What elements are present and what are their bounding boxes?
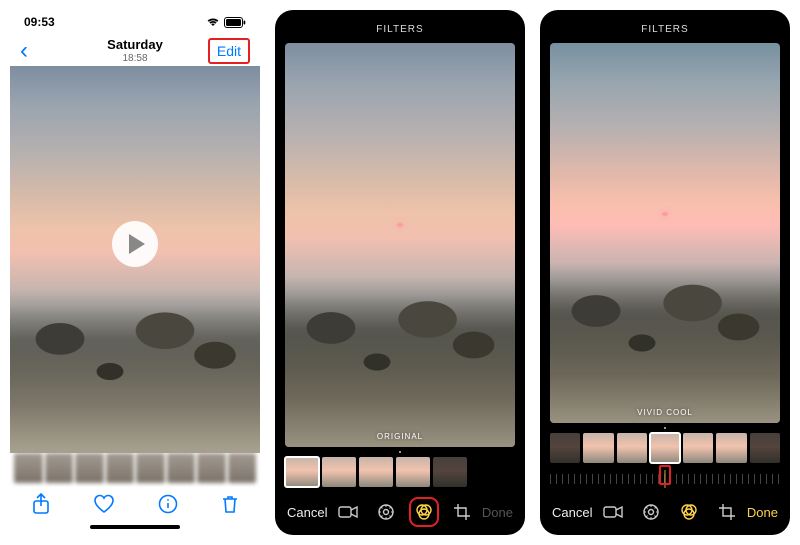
nav-title-day: Saturday: [107, 38, 163, 52]
filters-icon[interactable]: [679, 502, 699, 522]
wifi-icon: [206, 17, 220, 27]
status-right: [206, 17, 246, 28]
nav-title: Saturday 18:58: [107, 38, 163, 63]
done-button[interactable]: Done: [747, 505, 778, 520]
status-time: 09:53: [24, 15, 55, 29]
filter-thumb[interactable]: [750, 433, 780, 463]
filter-thumb[interactable]: [433, 457, 467, 487]
crop-icon[interactable]: [452, 502, 472, 522]
filter-thumb[interactable]: [617, 433, 647, 463]
tool-icons: [603, 502, 737, 522]
cancel-button[interactable]: Cancel: [552, 505, 592, 520]
video-icon[interactable]: [603, 502, 623, 522]
adjust-icon[interactable]: [376, 502, 396, 522]
library-thumbnails[interactable]: [10, 453, 260, 483]
filter-thumbnails[interactable]: [275, 455, 525, 489]
edit-preview[interactable]: ORIGINAL: [285, 43, 515, 447]
cancel-button[interactable]: Cancel: [287, 505, 327, 520]
play-button[interactable]: [112, 221, 158, 267]
filter-thumb-selected[interactable]: [650, 433, 680, 463]
filter-thumb[interactable]: [359, 457, 393, 487]
dot-indicator: [275, 447, 525, 455]
video-icon[interactable]: [338, 502, 358, 522]
filter-thumbnails[interactable]: [540, 431, 790, 465]
edit-filters-screen-vividcool: FILTERS VIVID COOL Cancel: [540, 10, 790, 535]
edit-button[interactable]: Edit: [208, 38, 250, 64]
done-button: Done: [482, 505, 513, 520]
back-chevron-icon[interactable]: ‹: [20, 39, 28, 63]
edit-bottom-bar: Cancel Done: [540, 489, 790, 535]
info-icon[interactable]: [158, 494, 178, 514]
nav-title-time: 18:58: [107, 53, 163, 64]
tool-icons: [338, 502, 472, 522]
crop-icon[interactable]: [717, 502, 737, 522]
filter-thumb[interactable]: [550, 433, 580, 463]
nav-bar: ‹ Saturday 18:58 Edit: [10, 34, 260, 66]
home-indicator[interactable]: [90, 525, 180, 529]
filters-header: FILTERS: [540, 10, 790, 43]
photo-preview[interactable]: [10, 66, 260, 453]
photos-view-screen: 09:53 ‹ Saturday 18:58 Edit ▣ CINEMATIC: [10, 10, 260, 535]
edit-bottom-bar: Cancel Done: [275, 489, 525, 535]
filter-thumb[interactable]: [683, 433, 713, 463]
favorite-icon[interactable]: [93, 494, 115, 514]
battery-icon: [224, 17, 246, 28]
trash-icon[interactable]: [221, 494, 239, 514]
edit-filters-screen-original: FILTERS ORIGINAL Cancel Done: [275, 10, 525, 535]
adjust-icon[interactable]: [641, 502, 661, 522]
filter-thumb-selected[interactable]: [285, 457, 319, 487]
edit-preview[interactable]: VIVID COOL: [550, 43, 780, 423]
status-bar: 09:53: [10, 10, 260, 34]
filter-thumb[interactable]: [396, 457, 430, 487]
filter-thumb[interactable]: [583, 433, 613, 463]
filter-thumb[interactable]: [716, 433, 746, 463]
filters-icon[interactable]: [414, 502, 434, 522]
filters-header: FILTERS: [275, 10, 525, 43]
filter-thumb[interactable]: [322, 457, 356, 487]
dot-indicator: [540, 423, 790, 431]
intensity-slider[interactable]: [550, 469, 780, 489]
intensity-indicator: [659, 465, 671, 485]
play-icon: [129, 234, 145, 254]
share-icon[interactable]: [32, 493, 50, 515]
filter-name-label: VIVID COOL: [637, 408, 693, 417]
filter-name-label: ORIGINAL: [377, 432, 423, 441]
bottom-toolbar: [10, 483, 260, 525]
